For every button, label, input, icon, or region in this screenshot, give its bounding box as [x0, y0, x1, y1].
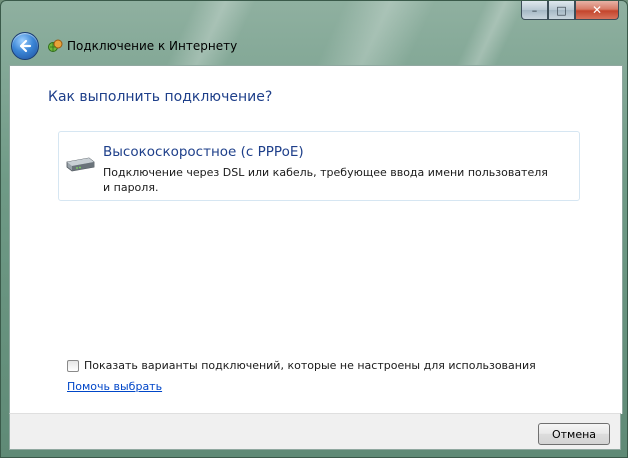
show-unconfigured-label[interactable]: Показать варианты подключений, которые н…: [84, 359, 536, 372]
wizard-footer: Отмена: [9, 413, 621, 450]
caption-buttons: – □ ✕: [521, 1, 619, 21]
wizard-window: – □ ✕ Подключение к Интернету Как выполн…: [0, 0, 628, 458]
show-unconfigured-checkbox[interactable]: [67, 359, 79, 372]
modem-icon: [65, 156, 95, 172]
minimize-icon: –: [531, 3, 538, 17]
network-globe-icon: [47, 38, 63, 54]
close-button[interactable]: ✕: [575, 1, 619, 20]
window-title: Подключение к Интернету: [67, 39, 238, 53]
back-arrow-icon: [19, 39, 32, 53]
help-choose-link[interactable]: Помочь выбрать: [67, 380, 162, 393]
option-title: Высокоскоростное (с PPPoE): [103, 144, 304, 160]
maximize-icon: □: [556, 3, 567, 17]
close-icon: ✕: [591, 3, 603, 17]
show-unconfigured-row: Показать варианты подключений, которые н…: [67, 359, 536, 372]
cancel-button[interactable]: Отмена: [538, 423, 610, 445]
glass-decoration: [456, 1, 526, 65]
glass-decoration: [316, 1, 436, 65]
back-button[interactable]: [11, 32, 39, 60]
wizard-content: Как выполнить подключение? Высокоскорост…: [9, 65, 623, 414]
option-pppoe[interactable]: Высокоскоростное (с PPPoE) Подключение ч…: [58, 131, 580, 201]
option-description: Подключение через DSL или кабель, требую…: [103, 166, 548, 194]
page-heading: Как выполнить подключение?: [48, 89, 273, 105]
maximize-button[interactable]: □: [548, 1, 575, 20]
title-bar: Подключение к Интернету: [11, 31, 237, 61]
minimize-button[interactable]: –: [521, 1, 548, 20]
